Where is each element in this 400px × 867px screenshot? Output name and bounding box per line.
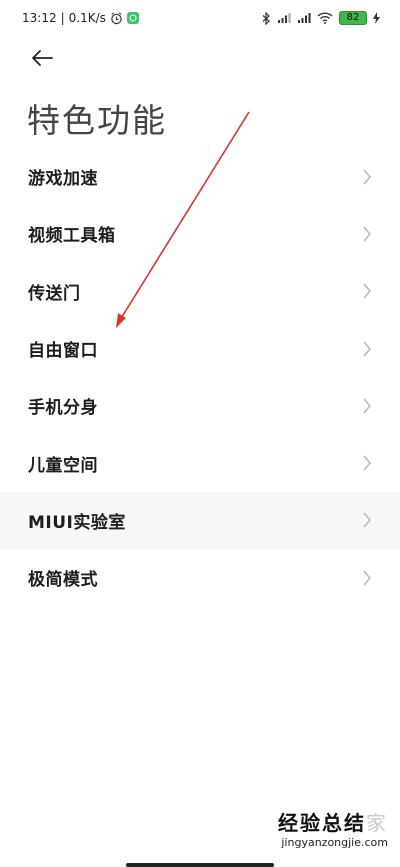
chevron-right-icon	[363, 341, 371, 356]
signal-icon	[278, 13, 291, 23]
chevron-right-icon	[363, 512, 371, 528]
bluetooth-icon	[262, 11, 270, 25]
list-item-miui-lab[interactable]: MIUI实验室	[0, 491, 400, 550]
status-right: 82	[262, 11, 400, 25]
chevron-right-icon	[363, 169, 371, 185]
home-indicator[interactable]	[126, 863, 274, 867]
list-item-dual-apps[interactable]: 手机分身	[0, 377, 400, 434]
page-title: 特色功能	[27, 101, 167, 140]
list-item-label: 游戏加速	[28, 169, 98, 190]
watermark-title: 经验总结家	[278, 807, 388, 836]
chevron-right-icon	[363, 570, 371, 586]
list-item-label: 极简模式	[28, 570, 98, 591]
charging-icon	[373, 12, 380, 24]
signal-hd-icon	[298, 13, 311, 23]
watermark-url: jingyanzongjie.com	[281, 836, 388, 849]
status-left: 13:12 | 0.1K/s	[0, 11, 139, 25]
watermark: 经验总结家 jingyanzongjie.com	[278, 807, 388, 849]
watermark-text-dark: 经验总结	[278, 811, 366, 835]
chevron-right-icon	[363, 226, 371, 242]
feature-list: 游戏加速 视频工具箱 传送门 自由窗口 手机分身 儿童空间 MIUI实验室 极简…	[0, 148, 400, 606]
list-item-simple-mode[interactable]: 极简模式	[0, 549, 400, 606]
status-separator: |	[60, 11, 65, 25]
list-item-free-window[interactable]: 自由窗口	[0, 320, 400, 377]
chevron-right-icon	[363, 455, 371, 471]
list-item-portal[interactable]: 传送门	[0, 263, 400, 320]
chevron-right-icon	[363, 283, 371, 299]
list-item-video-toolbox[interactable]: 视频工具箱	[0, 205, 400, 262]
battery-icon: 82	[339, 11, 367, 25]
list-item-label: 传送门	[28, 283, 81, 304]
list-item-kids-space[interactable]: 儿童空间	[0, 434, 400, 491]
alarm-icon	[111, 11, 122, 24]
wifi-icon	[317, 12, 333, 24]
status-bar: 13:12 | 0.1K/s 82	[0, 0, 400, 36]
chevron-right-icon	[363, 398, 371, 414]
list-item-game-boost[interactable]: 游戏加速	[0, 148, 400, 205]
arrow-left-icon	[32, 50, 53, 66]
list-item-label: 自由窗口	[28, 341, 98, 362]
watermark-text-light: 家	[366, 811, 388, 835]
list-item-label: MIUI实验室	[28, 512, 126, 533]
wechat-icon	[126, 12, 139, 24]
status-time: 13:12	[22, 11, 57, 25]
list-item-label: 手机分身	[28, 398, 98, 419]
list-item-label: 视频工具箱	[28, 226, 116, 247]
list-item-label: 儿童空间	[28, 455, 98, 476]
back-button[interactable]	[26, 44, 58, 72]
status-net-speed: 0.1K/s	[68, 11, 106, 25]
